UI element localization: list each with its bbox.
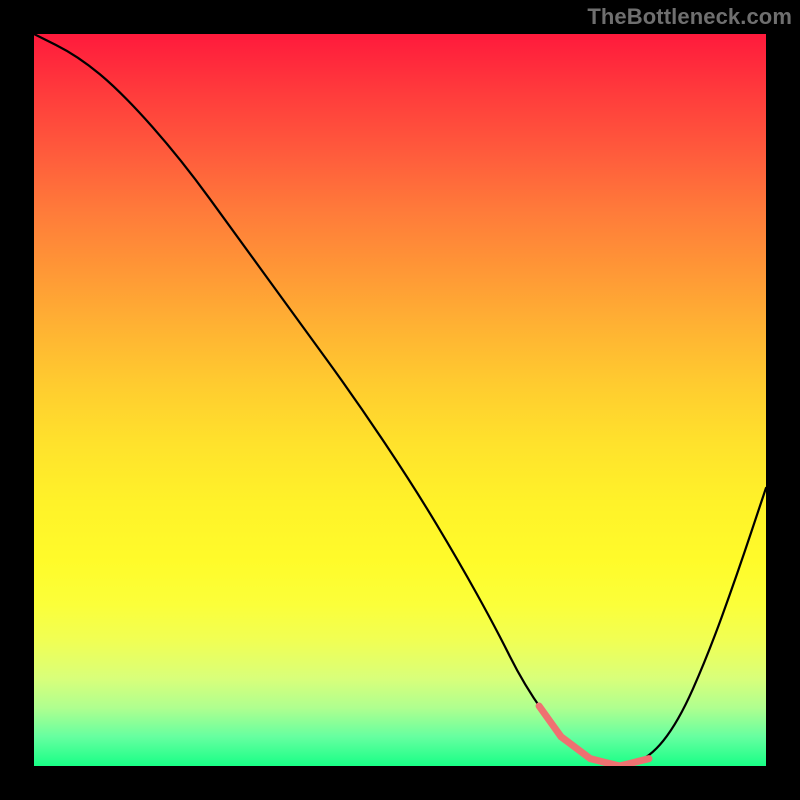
bottleneck-min-highlight xyxy=(539,706,649,766)
chart-frame: TheBottleneck.com xyxy=(0,0,800,800)
watermark-text: TheBottleneck.com xyxy=(587,4,792,30)
bottleneck-curve xyxy=(34,34,766,764)
curve-layer xyxy=(34,34,766,766)
